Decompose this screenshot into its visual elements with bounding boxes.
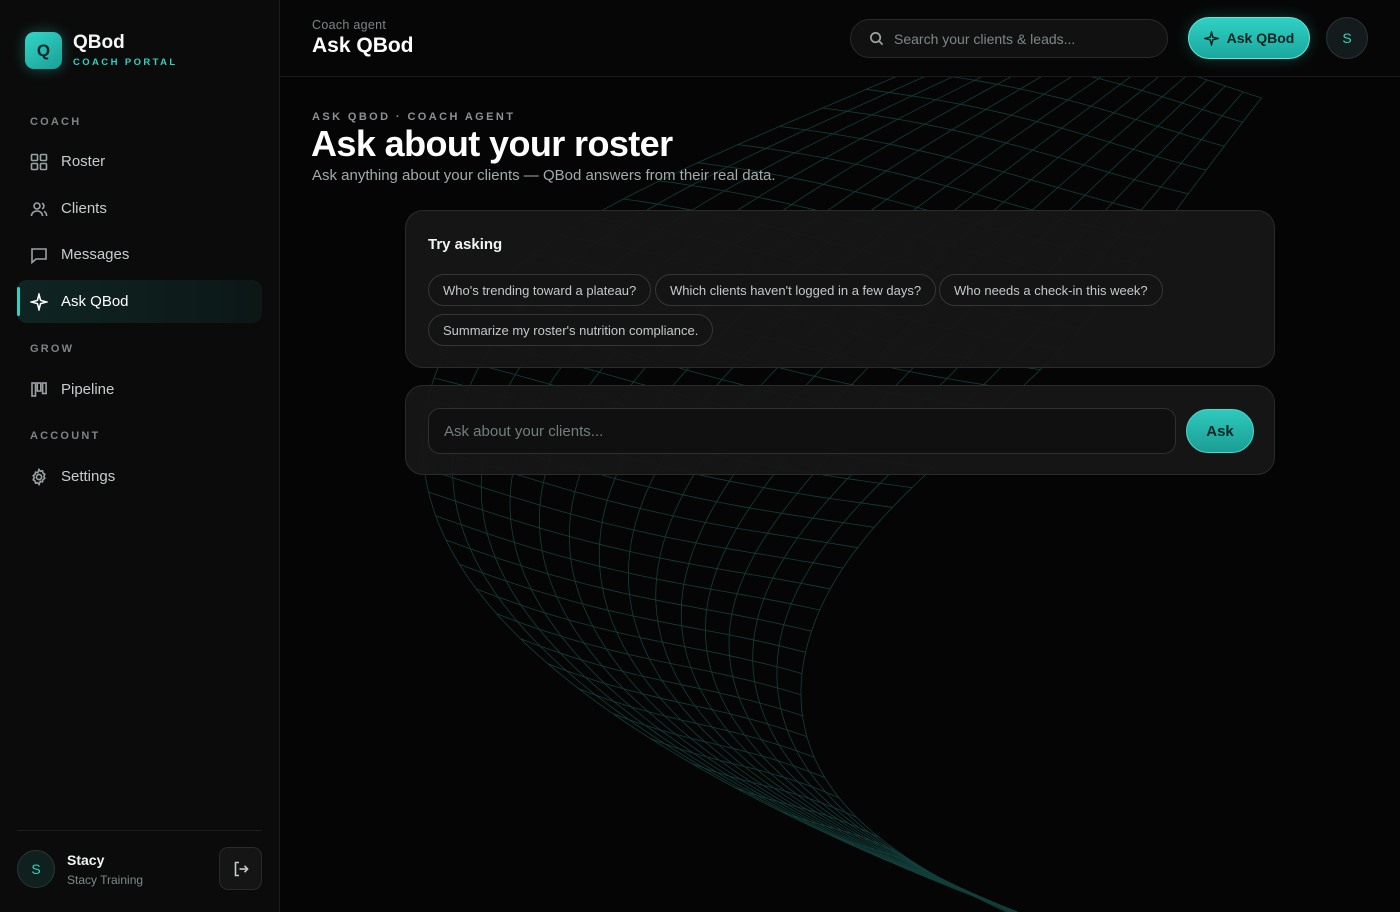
mesh-line bbox=[704, 77, 1186, 912]
mesh-line bbox=[598, 77, 1072, 912]
mesh-line bbox=[690, 762, 858, 819]
mesh-line bbox=[538, 77, 1015, 912]
suggestion-chip[interactable]: Summarize my roster's nutrition complian… bbox=[428, 314, 714, 346]
header-title: Ask QBod bbox=[312, 34, 414, 57]
mesh-line bbox=[496, 613, 802, 696]
sidebar-item-label: Ask QBod bbox=[61, 293, 129, 310]
sidebar-item-messages[interactable]: Messages bbox=[17, 233, 262, 276]
page-eyebrow: ASK QBOD · COACH AGENT bbox=[312, 111, 516, 123]
sidebar-item-settings[interactable]: Settings bbox=[17, 455, 262, 498]
page-title: Ask about your roster bbox=[311, 123, 673, 164]
mesh-line bbox=[428, 491, 831, 590]
search-input[interactable] bbox=[894, 30, 1154, 47]
sidebar-item-label: Roster bbox=[61, 153, 106, 170]
ask-qbod-button-label: Ask QBod bbox=[1226, 30, 1295, 46]
sidebar-item-pipeline[interactable]: Pipeline bbox=[17, 368, 262, 411]
logout-button[interactable] bbox=[219, 847, 262, 890]
sidebar: Q QBod COACH PORTAL COACH Roster Clients… bbox=[0, 0, 280, 912]
section-label-account: ACCOUNT bbox=[30, 430, 101, 442]
sidebar-item-clients[interactable]: Clients bbox=[17, 187, 262, 230]
sidebar-item-ask-qbod[interactable]: Ask QBod bbox=[17, 280, 262, 323]
sparkle-icon bbox=[1203, 30, 1219, 46]
sidebar-item-label: Settings bbox=[61, 468, 116, 485]
header-subtitle: Coach agent bbox=[312, 18, 387, 32]
sidebar-item-roster[interactable]: Roster bbox=[17, 140, 262, 183]
ask-qbod-button[interactable]: Ask QBod bbox=[1188, 17, 1310, 59]
mesh-line bbox=[612, 713, 825, 778]
suggestions-title: Try asking bbox=[428, 236, 503, 253]
brand-name: QBod bbox=[73, 32, 125, 53]
page-description: Ask anything about your clients — QBod a… bbox=[312, 167, 776, 184]
suggestion-chip[interactable]: Who's trending toward a plateau? bbox=[428, 274, 652, 306]
brand-logo: Q bbox=[25, 32, 62, 69]
section-label-coach: COACH bbox=[30, 116, 82, 128]
main-content: ASK QBOD · COACH AGENT Ask about your ro… bbox=[280, 77, 1400, 912]
background-mesh-decoration bbox=[422, 77, 1262, 912]
sidebar-item-label: Clients bbox=[61, 200, 107, 217]
mesh-line bbox=[476, 588, 803, 674]
suggestion-chip[interactable]: Who needs a check-in this week? bbox=[939, 274, 1163, 306]
ask-submit-button[interactable]: Ask bbox=[1186, 409, 1254, 453]
users-icon bbox=[30, 201, 48, 216]
top-header: Coach agent Ask QBod Ask QBod S bbox=[280, 0, 1400, 77]
mesh-line bbox=[422, 77, 996, 906]
logout-icon bbox=[234, 861, 249, 876]
sidebar-item-label: Pipeline bbox=[61, 381, 115, 398]
section-label-grow: GROW bbox=[30, 343, 75, 355]
message-icon bbox=[31, 247, 47, 264]
search-bar[interactable] bbox=[850, 19, 1168, 58]
mesh-line bbox=[547, 663, 808, 737]
mesh-line bbox=[435, 515, 820, 611]
brand[interactable]: Q QBod COACH PORTAL bbox=[25, 32, 178, 69]
mesh-line bbox=[680, 77, 1159, 912]
gear-icon bbox=[32, 467, 46, 486]
brand-subtitle: COACH PORTAL bbox=[73, 57, 178, 68]
ask-input[interactable] bbox=[428, 408, 1176, 454]
avatar[interactable]: S bbox=[17, 850, 55, 888]
mesh-line bbox=[655, 77, 1131, 912]
sparkle-icon bbox=[30, 292, 48, 311]
mesh-line bbox=[728, 79, 1208, 912]
mesh-line bbox=[1197, 77, 1262, 99]
user-organization: Stacy Training bbox=[67, 873, 144, 887]
kanban-icon bbox=[31, 381, 47, 397]
mesh-line bbox=[627, 77, 1102, 912]
search-icon bbox=[870, 32, 884, 46]
suggestions-card: Try asking Who's trending toward a plate… bbox=[405, 210, 1275, 368]
header-avatar[interactable]: S bbox=[1326, 17, 1368, 59]
sidebar-item-label: Messages bbox=[61, 246, 130, 263]
mesh-line bbox=[452, 77, 1001, 907]
user-profile: S Stacy Stacy Training bbox=[17, 830, 262, 912]
user-name: Stacy bbox=[67, 852, 105, 868]
ask-card: Ask bbox=[405, 385, 1275, 475]
suggestion-chip[interactable]: Which clients haven't logged in a few da… bbox=[655, 274, 937, 306]
grid-icon bbox=[30, 153, 48, 170]
